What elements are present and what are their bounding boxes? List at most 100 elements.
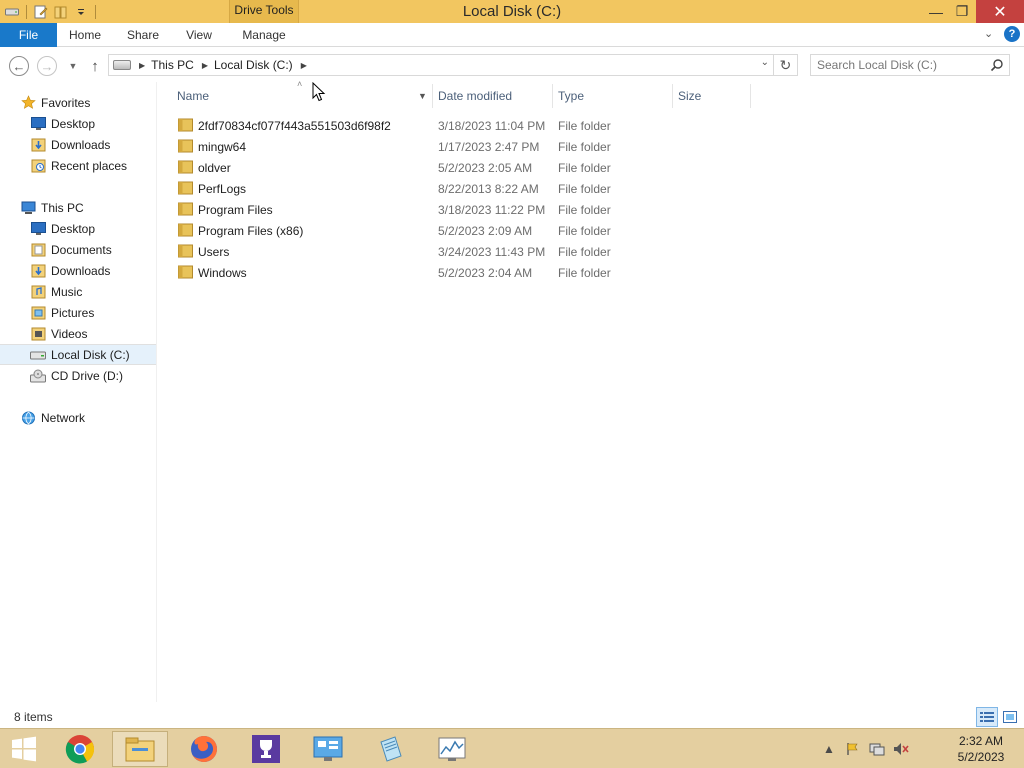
clock-date: 5/2/2023 [957, 750, 1005, 764]
maximize-button[interactable]: ❐ [948, 0, 976, 23]
column-header-date-modified[interactable]: Date modified [438, 84, 550, 108]
file-row[interactable]: Program Files 3/18/2023 11:22 PM File fo… [160, 199, 760, 220]
column-header-name[interactable]: Name [177, 84, 427, 108]
up-arrow-icon[interactable]: ↑ [85, 56, 105, 76]
column-filter-chevron-down-icon[interactable]: ▼ [418, 91, 427, 101]
trophy-app-icon[interactable] [238, 731, 294, 767]
nav-this-pc-desktop[interactable]: Desktop [0, 218, 157, 239]
nav-label: This PC [41, 200, 84, 215]
file-row[interactable]: oldver 5/2/2023 2:05 AM File folder [160, 157, 760, 178]
search-input[interactable] [817, 57, 987, 73]
folder-icon [178, 202, 193, 216]
file-name: Users [198, 244, 230, 259]
tab-share[interactable]: Share [120, 23, 166, 47]
navigation-pane: Favorites Desktop Downloads Recent place… [0, 82, 157, 702]
title-bar: Drive Tools Local Disk (C:) — ❐ ✕ [0, 0, 1024, 23]
file-row[interactable]: PerfLogs 8/22/2013 8:22 AM File folder [160, 178, 760, 199]
column-divider[interactable] [552, 84, 553, 108]
folder-icon [178, 244, 193, 258]
drive-icon [113, 60, 131, 70]
file-date: 3/24/2023 11:43 PM [438, 244, 546, 259]
breadcrumb-separator-icon[interactable]: ▶ [301, 61, 307, 70]
column-headers: ˄ Name ▼ Date modified Type Size [160, 79, 760, 108]
network-status-icon[interactable] [868, 740, 886, 758]
column-header-type[interactable]: Type [558, 84, 670, 108]
nav-this-pc-cd-drive[interactable]: CD Drive (D:) [0, 365, 157, 386]
search-box[interactable] [810, 54, 1010, 76]
file-date: 8/22/2013 8:22 AM [438, 181, 539, 196]
nav-label: Documents [51, 242, 112, 257]
clock[interactable]: 2:32 AM 5/2/2023 [944, 733, 1018, 765]
star-icon [20, 95, 36, 110]
back-button[interactable]: ← [9, 56, 29, 76]
file-row[interactable]: Users 3/24/2023 11:43 PM File folder [160, 241, 760, 262]
nav-label: Downloads [51, 137, 111, 152]
nav-favorites-desktop[interactable]: Desktop [0, 113, 157, 134]
action-center-flag-icon[interactable] [844, 740, 862, 758]
nav-this-pc-documents[interactable]: Documents [0, 239, 157, 260]
file-row[interactable]: Windows 5/2/2023 2:04 AM File folder [160, 262, 760, 283]
nav-this-pc-pictures[interactable]: Pictures [0, 302, 157, 323]
documents-folder-icon [30, 242, 46, 257]
nav-label: Music [51, 284, 83, 299]
performance-monitor-icon[interactable] [424, 731, 480, 767]
tab-manage[interactable]: Manage [232, 23, 296, 47]
nav-this-pc-videos[interactable]: Videos [0, 323, 157, 344]
tab-home[interactable]: Home [62, 23, 108, 47]
tab-view[interactable]: View [178, 23, 220, 47]
nav-label: Desktop [51, 116, 96, 131]
chrome-icon[interactable] [52, 731, 108, 767]
refresh-button[interactable]: ↻ [774, 54, 798, 76]
ribbon-tabs: File Home Share View Manage ⌄ ? [0, 23, 1024, 47]
nav-this-pc-downloads[interactable]: Downloads [0, 260, 157, 281]
address-history-chevron-down-icon[interactable]: ⌄ [761, 57, 769, 68]
properties-icon[interactable] [33, 4, 49, 20]
close-button[interactable]: ✕ [976, 0, 1024, 23]
notepad-icon[interactable] [362, 731, 418, 767]
volume-muted-icon[interactable] [892, 740, 910, 758]
network-icon [20, 410, 36, 425]
file-row[interactable]: Program Files (x86) 5/2/2023 2:09 AM Fil… [160, 220, 760, 241]
breadcrumb-this-pc[interactable]: This PC [151, 58, 194, 72]
recent-locations-chevron-down-icon[interactable]: ▼ [63, 56, 83, 76]
nav-favorites[interactable]: Favorites [0, 92, 157, 113]
control-panel-icon[interactable] [300, 731, 356, 767]
customize-toolbar-icon[interactable] [73, 4, 89, 20]
help-icon[interactable]: ? [1004, 26, 1020, 42]
breadcrumb-local-disk[interactable]: Local Disk (C:) [214, 58, 293, 72]
column-divider[interactable] [672, 84, 673, 108]
large-icons-view-icon[interactable] [1000, 707, 1020, 727]
details-view-icon[interactable] [976, 707, 998, 727]
quick-access-toolbar [0, 0, 98, 23]
nav-favorites-recent-places[interactable]: Recent places [0, 155, 157, 176]
file-type: File folder [558, 223, 611, 238]
nav-this-pc-music[interactable]: Music [0, 281, 157, 302]
nav-this-pc[interactable]: This PC [0, 197, 157, 218]
file-row[interactable]: 2fdf70834cf077f443a551503d6f98f2 3/18/20… [160, 115, 760, 136]
forward-button[interactable]: → [37, 56, 57, 76]
nav-this-pc-local-disk[interactable]: Local Disk (C:) [0, 344, 157, 365]
mouse-cursor-icon [312, 82, 326, 102]
tab-file[interactable]: File [0, 23, 57, 47]
show-hidden-icons-chevron-up-icon[interactable]: ▲ [820, 740, 838, 758]
search-icon[interactable] [990, 58, 1004, 72]
file-type: File folder [558, 265, 611, 280]
new-folder-icon[interactable] [53, 4, 69, 20]
nav-favorites-downloads[interactable]: Downloads [0, 134, 157, 155]
nav-network[interactable]: Network [0, 407, 157, 428]
firefox-icon[interactable] [176, 731, 232, 767]
breadcrumb-separator-icon[interactable]: ▶ [202, 61, 208, 70]
file-date: 5/2/2023 2:09 AM [438, 223, 533, 238]
file-row[interactable]: mingw64 1/17/2023 2:47 PM File folder [160, 136, 760, 157]
start-button[interactable] [0, 731, 48, 767]
address-bar[interactable]: ▶ This PC ▶ Local Disk (C:) ▶ ⌄ [108, 54, 774, 76]
breadcrumb-separator-icon[interactable]: ▶ [139, 61, 145, 70]
file-type: File folder [558, 244, 611, 259]
file-explorer-icon[interactable] [112, 731, 168, 767]
expand-ribbon-icon[interactable]: ⌄ [984, 27, 993, 40]
drive-icon [4, 4, 20, 20]
nav-label: Favorites [41, 95, 91, 110]
column-divider[interactable] [432, 84, 433, 108]
column-divider[interactable] [750, 84, 751, 108]
column-header-size[interactable]: Size [678, 84, 750, 108]
